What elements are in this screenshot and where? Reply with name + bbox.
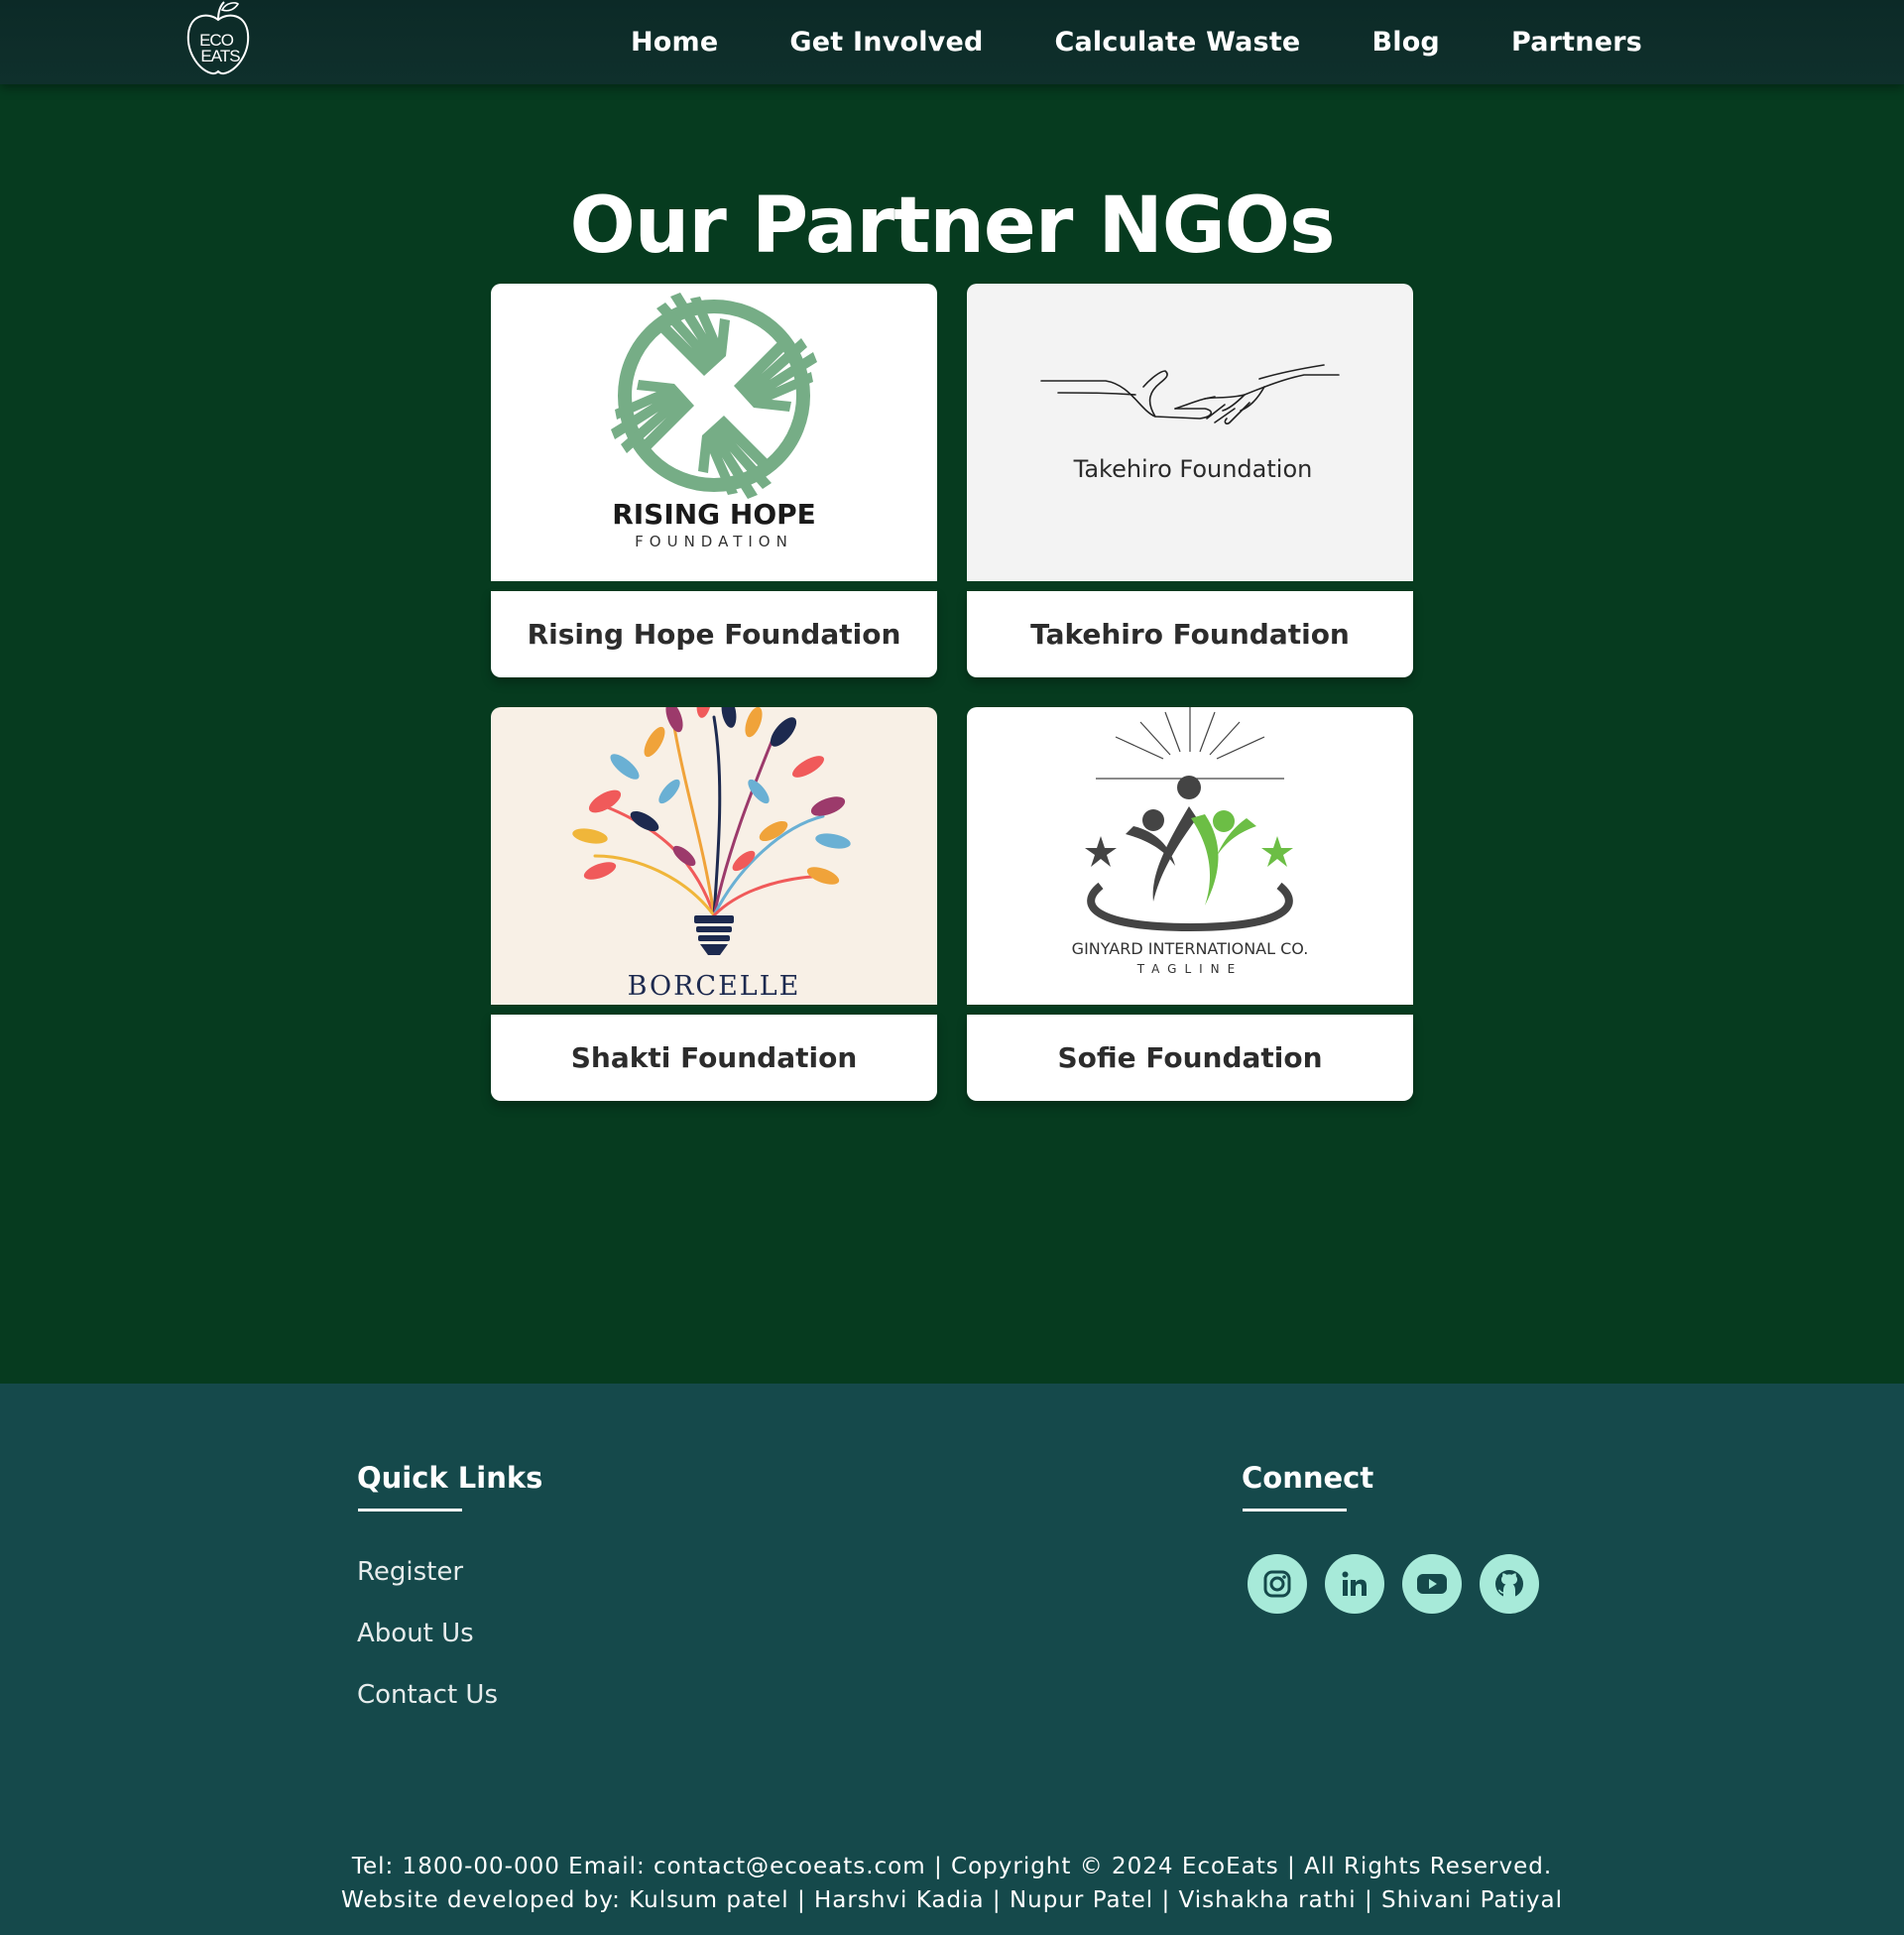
ngo-name: Takehiro Foundation <box>1030 618 1350 651</box>
svg-text:BORCELLE: BORCELLE <box>628 971 801 1002</box>
quick-links-underline <box>358 1509 462 1512</box>
hands-circle-icon: RISING HOPE FOUNDATION <box>611 293 817 550</box>
ngo-card-sofie[interactable]: GINYARD INTERNATIONAL CO. TAGLINE Sofie … <box>967 707 1413 1101</box>
ngo-name-box: Sofie Foundation <box>967 1015 1413 1101</box>
github-icon <box>1495 1570 1523 1598</box>
ngo-name-box: Rising Hope Foundation <box>491 591 937 677</box>
youtube-button[interactable] <box>1402 1554 1462 1614</box>
quick-links-heading: Quick Links <box>357 1461 543 1495</box>
connect-underline <box>1243 1509 1347 1512</box>
linkedin-button[interactable] <box>1325 1554 1384 1614</box>
ecoeats-logo[interactable]: ECO EATS <box>182 0 254 75</box>
svg-text:Takehiro Foundation: Takehiro Foundation <box>1073 455 1313 483</box>
linkedin-icon <box>1342 1571 1367 1596</box>
nav-calculate-waste[interactable]: Calculate Waste <box>1055 27 1301 58</box>
people-stars-icon: GINYARD INTERNATIONAL CO. TAGLINE <box>1072 707 1309 976</box>
instagram-icon <box>1263 1570 1291 1598</box>
social-links <box>1248 1554 1539 1614</box>
github-button[interactable] <box>1480 1554 1539 1614</box>
svg-text:FOUNDATION: FOUNDATION <box>635 533 793 550</box>
footer: Quick Links Register About Us Contact Us… <box>0 1384 1904 1935</box>
footer-link-about-us[interactable]: About Us <box>357 1620 498 1648</box>
svg-text:TAGLINE: TAGLINE <box>1136 962 1243 976</box>
footer-developers: Website developed by: Kulsum patel | Har… <box>340 1887 1564 1913</box>
ngo-name: Sofie Foundation <box>1057 1041 1323 1074</box>
quick-links: Register About Us Contact Us <box>357 1558 498 1743</box>
nav-partners[interactable]: Partners <box>1511 27 1642 58</box>
navbar: ECO EATS Home Get Involved Calculate Was… <box>0 0 1904 84</box>
ngo-card-rising-hope[interactable]: RISING HOPE FOUNDATION Rising Hope Found… <box>491 284 937 677</box>
ngo-logo-shakti: BORCELLE <box>491 707 937 1005</box>
lightbulb-tree-icon: BORCELLE <box>572 707 851 1002</box>
footer-link-contact-us[interactable]: Contact Us <box>357 1681 498 1710</box>
connect-heading: Connect <box>1242 1461 1374 1495</box>
nav-home[interactable]: Home <box>631 27 718 58</box>
page-title: Our Partner NGOs <box>569 181 1335 271</box>
ngo-name-box: Takehiro Foundation <box>967 591 1413 677</box>
ngo-logo-takehiro: Takehiro Foundation <box>967 284 1413 581</box>
hands-reaching-icon: Takehiro Foundation <box>1040 364 1340 483</box>
footer-contact-copyright: Tel: 1800-00-000 Email: contact@ecoeats.… <box>351 1854 1553 1879</box>
footer-link-register[interactable]: Register <box>357 1558 498 1587</box>
ngo-grid: RISING HOPE FOUNDATION Rising Hope Found… <box>491 284 1413 1101</box>
svg-text:GINYARD INTERNATIONAL CO.: GINYARD INTERNATIONAL CO. <box>1072 939 1309 958</box>
ngo-name: Rising Hope Foundation <box>527 618 901 651</box>
footer-bottom: Tel: 1800-00-000 Email: contact@ecoeats.… <box>0 1850 1904 1917</box>
ngo-name-box: Shakti Foundation <box>491 1015 937 1101</box>
ngo-logo-sofie: GINYARD INTERNATIONAL CO. TAGLINE <box>967 707 1413 1005</box>
ngo-card-shakti[interactable]: BORCELLE Shakti Foundation <box>491 707 937 1101</box>
instagram-button[interactable] <box>1248 1554 1307 1614</box>
ngo-card-takehiro[interactable]: Takehiro Foundation Takehiro Foundation <box>967 284 1413 677</box>
svg-text:RISING HOPE: RISING HOPE <box>612 498 816 531</box>
ngo-logo-rising-hope: RISING HOPE FOUNDATION <box>491 284 937 581</box>
nav-get-involved[interactable]: Get Involved <box>789 27 983 58</box>
ngo-name: Shakti Foundation <box>570 1041 858 1074</box>
nav-links: Home Get Involved Calculate Waste Blog P… <box>631 0 1642 84</box>
nav-blog[interactable]: Blog <box>1371 27 1440 58</box>
svg-text:EATS: EATS <box>200 47 240 65</box>
youtube-icon <box>1417 1574 1447 1594</box>
main-content: Our Partner NGOs RISING HOPE FOUNDATION … <box>0 84 1904 1384</box>
